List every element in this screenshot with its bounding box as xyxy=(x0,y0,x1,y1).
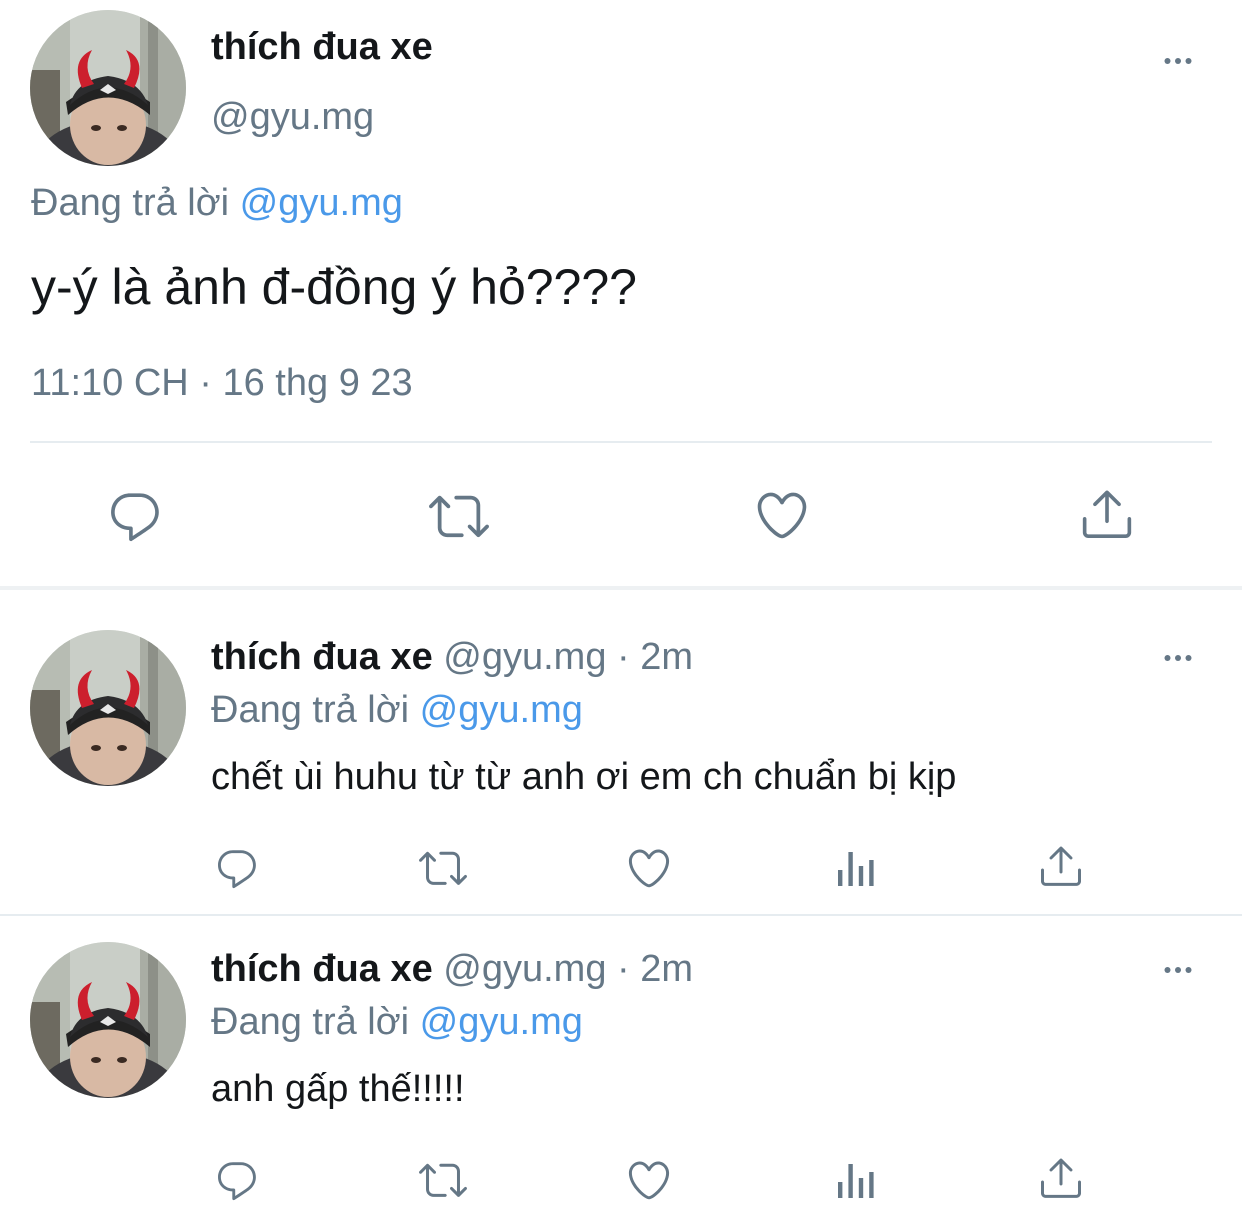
replying-to: Đang trả lời @gyu.mg xyxy=(211,689,583,732)
reply-header: thích đua xe @gyu.mg · 2m xyxy=(211,636,693,679)
reply-text: chết ùi huhu từ từ anh ơi em ch chuẩn bị… xyxy=(211,756,957,798)
display-name[interactable]: thích đua xe xyxy=(211,948,433,990)
reply-header: thích đua xe @gyu.mg · 2m xyxy=(211,948,693,991)
reply-tweet[interactable]: thích đua xe @gyu.mg · 2m Đang trả lời @… xyxy=(0,904,1242,1212)
replying-to-link[interactable]: @gyu.mg xyxy=(240,182,403,224)
share-icon[interactable] xyxy=(1037,842,1085,890)
reply-tweet[interactable]: thích đua xe @gyu.mg · 2m Đang trả lời @… xyxy=(0,592,1242,914)
reply-text: anh gấp thế!!!!! xyxy=(211,1068,465,1110)
replying-to-link[interactable]: @gyu.mg xyxy=(420,689,583,731)
handle[interactable]: @gyu.mg xyxy=(211,96,374,139)
avatar[interactable] xyxy=(30,630,186,786)
replying-to-prefix: Đang trả lời xyxy=(211,1001,410,1043)
analytics-icon[interactable] xyxy=(832,844,880,892)
share-icon[interactable] xyxy=(1078,484,1136,544)
handle[interactable]: @gyu.mg xyxy=(443,948,606,990)
like-icon[interactable] xyxy=(752,486,812,544)
more-horizontal-icon[interactable] xyxy=(1158,640,1198,676)
share-icon[interactable] xyxy=(1037,1154,1085,1202)
avatar[interactable] xyxy=(30,10,186,166)
section-divider xyxy=(0,586,1242,590)
reply-time[interactable]: 2m xyxy=(640,948,693,990)
replying-to: Đang trả lời @gyu.mg xyxy=(31,182,403,225)
replying-to-prefix: Đang trả lời xyxy=(31,182,230,224)
replying-to-prefix: Đang trả lời xyxy=(211,689,410,731)
handle[interactable]: @gyu.mg xyxy=(443,636,606,678)
retweet-icon[interactable] xyxy=(427,486,491,546)
more-horizontal-icon[interactable] xyxy=(1158,43,1198,79)
retweet-icon[interactable] xyxy=(416,844,470,892)
tweet-timestamp[interactable]: 11:10 CH · 16 thg 9 23 xyxy=(31,362,413,405)
display-name[interactable]: thích đua xe xyxy=(211,636,433,678)
separator: · xyxy=(617,948,630,990)
replying-to: Đang trả lời @gyu.mg xyxy=(211,1001,583,1044)
replying-to-link[interactable]: @gyu.mg xyxy=(420,1001,583,1043)
divider xyxy=(30,441,1212,443)
like-icon[interactable] xyxy=(625,844,673,892)
reply-icon[interactable] xyxy=(214,846,260,892)
retweet-icon[interactable] xyxy=(416,1156,470,1204)
reply-icon[interactable] xyxy=(214,1158,260,1204)
separator: · xyxy=(617,636,630,678)
tweet-text: y-ý là ảnh đ-đồng ý hỏ???? xyxy=(31,259,637,315)
analytics-icon[interactable] xyxy=(832,1156,880,1204)
avatar[interactable] xyxy=(30,942,186,1098)
reply-icon[interactable] xyxy=(106,488,164,546)
display-name[interactable]: thích đua xe xyxy=(211,26,433,69)
like-icon[interactable] xyxy=(625,1156,673,1204)
reply-time[interactable]: 2m xyxy=(640,636,693,678)
more-horizontal-icon[interactable] xyxy=(1158,952,1198,988)
